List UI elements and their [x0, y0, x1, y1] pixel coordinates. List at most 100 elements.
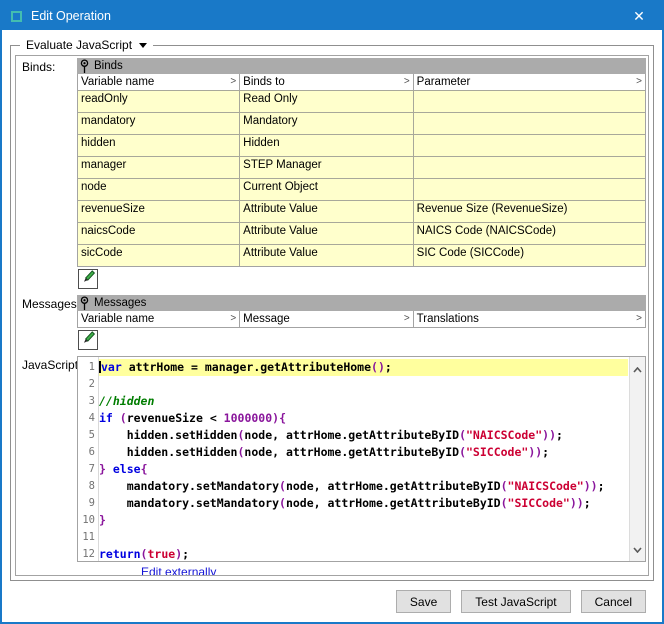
table-cell[interactable]: mandatory — [78, 113, 240, 134]
code-token: ( — [459, 445, 466, 459]
javascript-code-editor[interactable]: 123456789101112 var attrHome = manager.g… — [77, 356, 646, 562]
code-token: node, attrHome.getAttributeByID — [244, 428, 459, 442]
edit-messages-button[interactable] — [78, 330, 98, 350]
table-cell[interactable]: Hidden — [240, 135, 414, 156]
code-token: mandatory.setMandatory — [99, 496, 279, 510]
code-token: ( — [459, 428, 466, 442]
table-cell[interactable]: Attribute Value — [240, 201, 414, 222]
table-cell[interactable]: revenueSize — [78, 201, 240, 222]
code-token: hidden.setHidden — [99, 428, 237, 442]
column-sort-icon: > — [636, 313, 643, 325]
editor-scrollbar[interactable] — [629, 357, 645, 561]
save-button[interactable]: Save — [396, 590, 451, 613]
code-line[interactable] — [99, 529, 628, 546]
code-line[interactable]: mandatory.setMandatory(node, attrHome.ge… — [99, 495, 628, 512]
code-line[interactable]: hidden.setHidden (node, attrHome.getAttri… — [99, 427, 628, 444]
table-cell[interactable]: hidden — [78, 135, 240, 156]
code-token: ( — [279, 496, 286, 510]
table-row[interactable]: hiddenHidden — [78, 134, 645, 156]
line-number: 6 — [78, 444, 98, 461]
column-header-message[interactable]: Message> — [240, 311, 414, 327]
table-cell[interactable]: manager — [78, 157, 240, 178]
table-cell[interactable] — [414, 135, 645, 156]
table-row[interactable]: mandatoryMandatory — [78, 112, 645, 134]
column-header-label: Translations — [417, 313, 479, 325]
table-row[interactable]: sicCodeAttribute ValueSIC Code (SICCode) — [78, 244, 645, 266]
line-number: 3 — [78, 393, 98, 410]
table-cell[interactable]: Read Only — [240, 91, 414, 112]
table-cell[interactable] — [414, 113, 645, 134]
table-cell[interactable]: readOnly — [78, 91, 240, 112]
table-cell[interactable]: Attribute Value — [240, 245, 414, 266]
table-cell[interactable]: node — [78, 179, 240, 200]
column-header-variable-name[interactable]: Variable name> — [78, 311, 240, 327]
code-line[interactable]: var attrHome = manager.getAttributeHome(… — [99, 359, 628, 376]
scroll-down-icon[interactable] — [633, 540, 642, 558]
code-line[interactable] — [99, 376, 628, 393]
code-line[interactable]: return(true); — [99, 546, 628, 562]
operation-type-dropdown[interactable]: Evaluate JavaScript — [20, 37, 153, 53]
table-cell[interactable]: STEP Manager — [240, 157, 414, 178]
table-cell[interactable]: Attribute Value — [240, 223, 414, 244]
table-cell[interactable]: Mandatory — [240, 113, 414, 134]
code-token: //hidden — [99, 394, 154, 408]
code-line[interactable]: mandatory.setMandatory(node, attrHome.ge… — [99, 478, 628, 495]
messages-panel-title: Messages — [94, 297, 146, 309]
table-row[interactable]: readOnlyRead Only — [78, 90, 645, 112]
test-javascript-button[interactable]: Test JavaScript — [461, 590, 570, 613]
pencil-icon — [81, 269, 96, 289]
code-line[interactable]: //hidden — [99, 393, 628, 410]
code-line[interactable]: } — [99, 512, 628, 529]
code-token — [106, 462, 113, 476]
table-cell[interactable]: SIC Code (SICCode) — [414, 245, 645, 266]
table-row[interactable]: nodeCurrent Object — [78, 178, 645, 200]
binds-section: Binds: Binds Variable name>Binds to>Para… — [16, 58, 648, 289]
code-token: )) — [528, 445, 542, 459]
column-header-binds-to[interactable]: Binds to> — [240, 74, 414, 90]
code-token: attrHome = manager.getAttributeHome — [122, 360, 371, 374]
messages-panel-header: Messages — [77, 295, 646, 311]
code-line[interactable]: } else{ — [99, 461, 628, 478]
table-cell[interactable]: sicCode — [78, 245, 240, 266]
column-header-label: Parameter — [417, 76, 471, 88]
table-row[interactable]: naicsCodeAttribute ValueNAICS Code (NAIC… — [78, 222, 645, 244]
code-token: ; — [542, 445, 549, 459]
line-number: 9 — [78, 495, 98, 512]
table-cell[interactable]: Revenue Size (RevenueSize) — [414, 201, 645, 222]
table-cell[interactable] — [414, 157, 645, 178]
table-cell[interactable]: naicsCode — [78, 223, 240, 244]
dialog-footer: Save Test JavaScript Cancel — [396, 590, 646, 613]
table-row[interactable]: revenueSizeAttribute ValueRevenue Size (… — [78, 200, 645, 222]
cancel-button[interactable]: Cancel — [581, 590, 646, 613]
column-header-parameter[interactable]: Parameter> — [414, 74, 645, 90]
code-line[interactable]: if (revenueSize < 1000000){ — [99, 410, 628, 427]
column-sort-icon: > — [404, 76, 411, 88]
title-bar: Edit Operation ✕ — [2, 2, 662, 30]
code-token: )) — [570, 496, 584, 510]
code-token: ; — [385, 360, 392, 374]
table-cell[interactable]: NAICS Code (NAICSCode) — [414, 223, 645, 244]
table-row[interactable]: managerSTEP Manager — [78, 156, 645, 178]
table-cell[interactable]: Current Object — [240, 179, 414, 200]
code-token: 1000000 — [224, 411, 272, 425]
column-header-translations[interactable]: Translations > — [414, 311, 645, 327]
code-token: } — [99, 513, 106, 527]
key-icon — [79, 296, 90, 311]
code-token: ){ — [272, 411, 286, 425]
edit-binds-button[interactable] — [78, 269, 98, 289]
edit-externally-link[interactable]: Edit externally — [140, 562, 646, 576]
code-token: mandatory.setMandatory — [99, 479, 279, 493]
table-cell[interactable] — [414, 91, 645, 112]
table-cell[interactable] — [414, 179, 645, 200]
code-token: ; — [556, 428, 563, 442]
code-token: } — [99, 462, 106, 476]
operation-type-value: Evaluate JavaScript — [26, 38, 132, 52]
code-token: ( — [120, 411, 127, 425]
column-header-variable-name[interactable]: Variable name> — [78, 74, 240, 90]
window-title: Edit Operation — [31, 9, 111, 23]
code-area[interactable]: var attrHome = manager.getAttributeHome(… — [99, 357, 628, 561]
scroll-up-icon[interactable] — [633, 360, 642, 378]
close-button[interactable]: ✕ — [616, 2, 662, 30]
column-sort-icon: > — [404, 313, 411, 325]
code-line[interactable]: hidden.setHidden(node, attrHome.getAttri… — [99, 444, 628, 461]
